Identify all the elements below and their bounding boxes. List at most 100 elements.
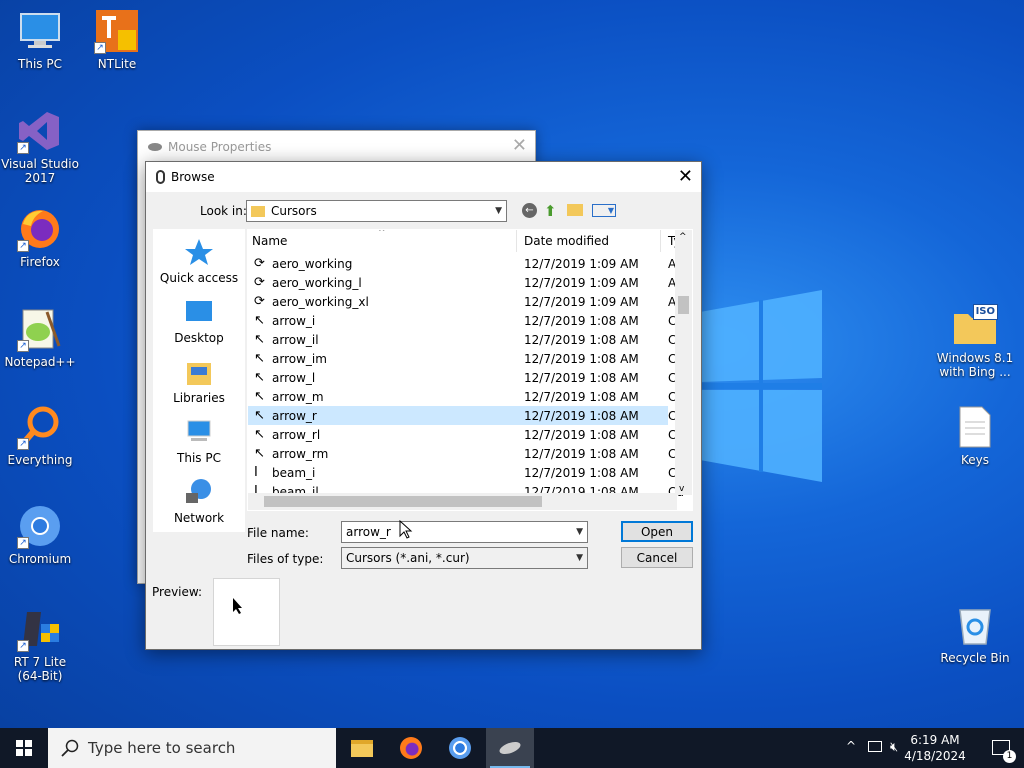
network-icon[interactable] xyxy=(868,741,882,752)
preview-label: Preview: xyxy=(152,585,203,599)
place-this-pc[interactable]: This PC xyxy=(153,417,245,465)
desktop-icon-label: Chromium xyxy=(8,552,72,566)
cursor-file-icon: ↖ xyxy=(254,369,265,385)
scroll-thumb[interactable] xyxy=(264,496,542,507)
desktop-icon-keys[interactable]: Keys xyxy=(935,404,1015,467)
file-row[interactable]: ↖arrow_r12/7/2019 1:08 AMCu xyxy=(248,406,684,425)
cursor-file-icon: ↖ xyxy=(254,350,265,366)
cursor-file-icon: ⟳ xyxy=(254,255,265,271)
search-placeholder: Type here to search xyxy=(88,739,236,757)
file-list[interactable]: ^ Name Date modified Ty ⟳aero_working12/… xyxy=(247,229,693,511)
column-divider[interactable] xyxy=(516,230,517,252)
file-date-cell: 12/7/2019 1:08 AM xyxy=(524,351,639,366)
place-quick-access[interactable]: Quick access xyxy=(153,237,245,285)
files-of-type-select[interactable]: Cursors (*.ani, *.cur) ▼ xyxy=(341,547,588,569)
desktop-icon-rt7lite[interactable]: ↗ RT 7 Lite (64-Bit) xyxy=(0,606,80,683)
file-row[interactable]: ↖arrow_im12/7/2019 1:08 AMCu xyxy=(248,349,684,368)
mouse-icon xyxy=(156,170,165,184)
network-globe-icon xyxy=(183,477,215,507)
open-button[interactable]: Open xyxy=(621,521,693,542)
file-date-cell: 12/7/2019 1:08 AM xyxy=(524,465,639,480)
new-folder-icon[interactable] xyxy=(567,204,583,216)
desktop-icon-visual-studio[interactable]: ↗ Visual Studio 2017 xyxy=(0,108,80,185)
desktop-icon-chromium[interactable]: ↗ Chromium xyxy=(0,503,80,566)
taskbar-chromium[interactable] xyxy=(436,728,484,768)
desktop-icon-everything[interactable]: ↗ Everything xyxy=(0,404,80,467)
desktop-icon-windows-iso[interactable]: ISO Windows 8.1 with Bing ... xyxy=(935,302,1015,379)
notification-count-badge: 1 xyxy=(1003,750,1016,763)
close-icon[interactable]: ✕ xyxy=(512,135,527,156)
clock-time: 6:19 AM xyxy=(910,733,960,747)
place-label: Network xyxy=(173,511,225,525)
file-date-cell: 12/7/2019 1:09 AM xyxy=(524,275,639,290)
file-name-cell: arrow_i xyxy=(272,313,316,328)
clock[interactable]: 6:19 AM 4/18/2024 xyxy=(900,732,970,764)
taskbar-file-explorer[interactable] xyxy=(338,728,386,768)
place-desktop[interactable]: Desktop xyxy=(153,297,245,345)
browse-dialog[interactable]: Browse ✕ Look in: Cursors ▼ ← ⬆ ▼ Quick … xyxy=(145,161,702,650)
files-of-type-value: Cursors (*.ani, *.cur) xyxy=(346,551,470,565)
file-name-input[interactable]: arrow_r ▼ xyxy=(341,521,588,543)
magnifier-icon: ↗ xyxy=(17,404,63,450)
column-divider[interactable] xyxy=(660,230,661,252)
horizontal-scrollbar[interactable] xyxy=(248,493,677,510)
file-row[interactable]: ↖arrow_rl12/7/2019 1:08 AMCu xyxy=(248,425,684,444)
place-network[interactable]: Network xyxy=(153,477,245,525)
desktop-icon-label: Everything xyxy=(7,453,73,467)
chevron-down-icon: ▼ xyxy=(576,553,583,563)
column-header-name[interactable]: Name xyxy=(252,230,287,252)
file-row[interactable]: Ibeam_i12/7/2019 1:08 AMCu xyxy=(248,463,684,482)
scroll-up-icon[interactable]: ^ xyxy=(679,232,687,242)
iso-folder-icon: ISO xyxy=(952,302,998,348)
file-row[interactable]: ↖arrow_m12/7/2019 1:08 AMCu xyxy=(248,387,684,406)
close-icon[interactable]: ✕ xyxy=(678,166,693,187)
taskbar-firefox[interactable] xyxy=(387,728,435,768)
file-row[interactable]: ↖arrow_l12/7/2019 1:08 AMCu xyxy=(248,368,684,387)
column-header-date[interactable]: Date modified xyxy=(524,230,609,252)
file-row[interactable]: ↖arrow_il12/7/2019 1:08 AMCu xyxy=(248,330,684,349)
desktop-icon xyxy=(183,297,215,327)
view-menu-icon[interactable]: ▼ xyxy=(592,204,616,217)
look-in-select[interactable]: Cursors ▼ xyxy=(246,200,507,222)
mouse-properties-titlebar[interactable]: Mouse Properties xyxy=(138,131,535,162)
rt7lite-icon: ↗ xyxy=(17,606,63,652)
vertical-scrollbar[interactable]: ^ v xyxy=(675,230,692,495)
place-libraries[interactable]: Libraries xyxy=(153,357,245,405)
desktop-icon-this-pc[interactable]: This PC xyxy=(0,8,80,71)
chevron-up-icon[interactable]: ^ xyxy=(846,739,856,753)
desktop-icon-recycle-bin[interactable]: Recycle Bin xyxy=(935,602,1015,665)
file-name-cell: beam_i xyxy=(272,465,316,480)
desktop-icon-label: Firefox xyxy=(20,255,60,269)
look-in-value: Cursors xyxy=(271,204,317,218)
up-folder-icon[interactable]: ⬆ xyxy=(544,202,557,220)
system-tray: ^ 🔇︎ 6:19 AM 4/18/2024 1 xyxy=(824,728,1024,768)
file-row[interactable]: ⟳aero_working_l12/7/2019 1:09 AMAr xyxy=(248,273,681,292)
chromium-icon: ↗ xyxy=(17,503,63,549)
column-header-label: Date modified xyxy=(524,234,610,248)
recycle-bin-icon xyxy=(952,602,998,648)
browse-titlebar[interactable]: Browse ✕ xyxy=(146,162,701,192)
back-icon[interactable]: ← xyxy=(522,203,537,218)
file-row[interactable]: ↖arrow_i12/7/2019 1:08 AMCu xyxy=(248,311,684,330)
desktop-icon-firefox[interactable]: ↗ Firefox xyxy=(0,206,80,269)
chevron-down-icon[interactable]: ▼ xyxy=(576,527,583,537)
file-date-cell: 12/7/2019 1:08 AM xyxy=(524,332,639,347)
shortcut-arrow-icon: ↗ xyxy=(17,340,29,352)
taskbar-search-box[interactable]: Type here to search xyxy=(48,728,336,768)
taskbar: Type here to search ^ 🔇︎ 6:19 AM 4/18/20… xyxy=(0,728,1024,768)
start-button[interactable] xyxy=(0,728,48,768)
volume-muted-icon[interactable]: 🔇︎ xyxy=(890,740,898,755)
file-row[interactable]: ↖arrow_rm12/7/2019 1:08 AMCu xyxy=(248,444,684,463)
cancel-button[interactable]: Cancel xyxy=(621,547,693,568)
file-row[interactable]: ⟳aero_working_xl12/7/2019 1:09 AMAr xyxy=(248,292,681,311)
taskbar-mouse-properties[interactable] xyxy=(486,728,534,768)
dialog-title: Browse xyxy=(171,170,215,184)
scroll-thumb[interactable] xyxy=(678,296,689,314)
desktop-icon-ntlite[interactable]: ↗ NTLite xyxy=(77,8,157,71)
cursor-file-icon: ⟳ xyxy=(254,274,265,290)
scroll-down-icon[interactable]: v xyxy=(679,484,684,494)
star-icon xyxy=(183,237,215,267)
mouse-icon xyxy=(497,739,523,757)
file-row[interactable]: ⟳aero_working12/7/2019 1:09 AMAr xyxy=(248,254,681,273)
desktop-icon-notepad-plus[interactable]: ↗ Notepad++ xyxy=(0,306,80,369)
